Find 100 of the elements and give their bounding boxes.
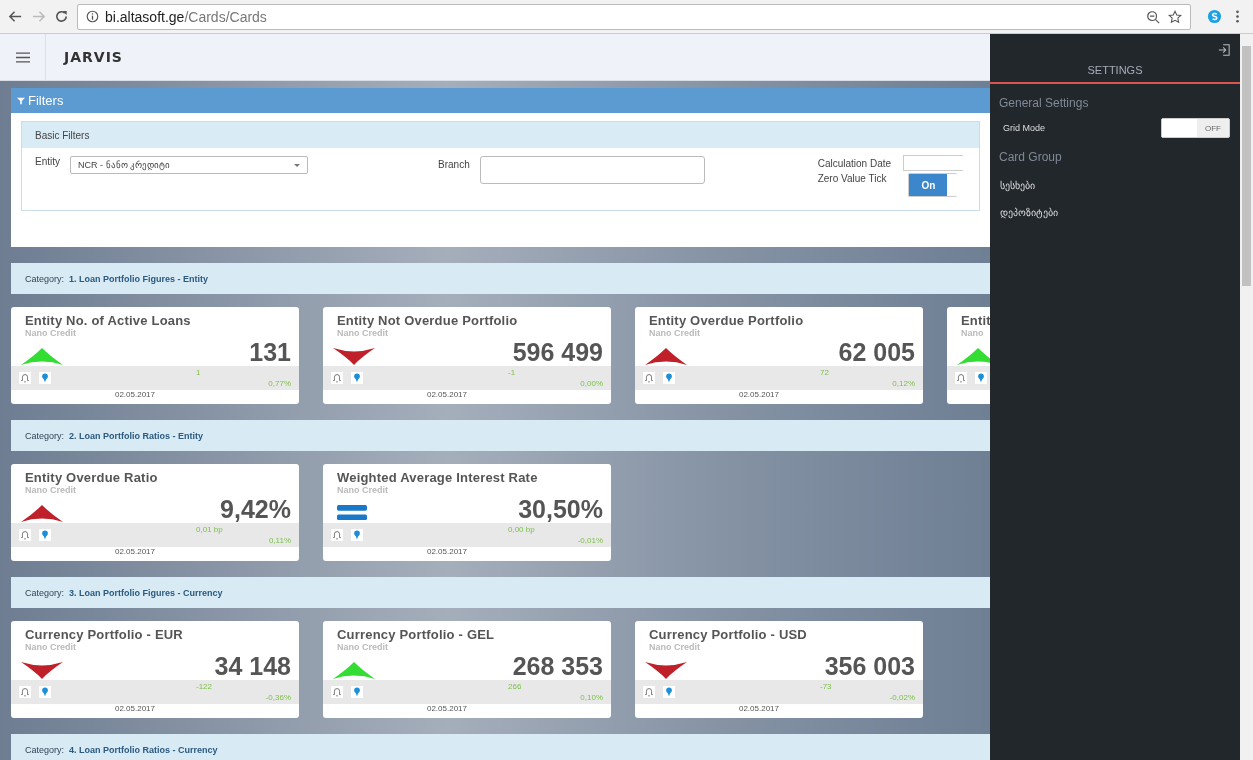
filter-icon	[17, 96, 25, 105]
pin-icon[interactable]	[663, 686, 675, 698]
bell-icon[interactable]	[331, 529, 343, 541]
pin-icon[interactable]	[351, 686, 363, 698]
change-value: 1	[196, 368, 201, 377]
bell-icon[interactable]	[331, 686, 343, 698]
scrollbar[interactable]	[1240, 34, 1253, 760]
card-title: Currency Portfolio - EUR	[24, 626, 184, 642]
card-title: Entity Not Overdue Portfolio	[336, 312, 519, 328]
card-title: Weighted Average Interest Rate	[336, 469, 539, 485]
bell-icon[interactable]	[955, 372, 967, 384]
change-value: -73	[820, 682, 832, 691]
menu-icon[interactable]	[16, 51, 30, 63]
card-value: 596 499	[512, 337, 603, 367]
bell-icon[interactable]	[19, 529, 31, 541]
card-date: 02.05.2017	[426, 390, 467, 399]
app-title: JARVIS	[45, 34, 123, 80]
settings-title: SETTINGS	[1087, 64, 1143, 76]
toggle-switch[interactable]: OFF	[1161, 118, 1230, 138]
category-title: Category: 2. Loan Portfolio Ratios - Entity	[25, 430, 204, 441]
card-date: 02.05.2017	[114, 390, 155, 399]
kpi-card[interactable]: Currency Portfolio - USD Nano Credit 356 003 -73 -0,02% 02.05.2017	[635, 621, 923, 718]
card-subtitle: Nano Credit	[648, 328, 701, 338]
change-value: -122	[196, 682, 212, 691]
card-subtitle: Nano Credit	[336, 485, 389, 495]
card-title: Currency Portfolio - USD	[648, 626, 808, 642]
kpi-card[interactable]: Currency Portfolio - GEL Nano Credit 268 353 266 0,10% 02.05.2017	[323, 621, 611, 718]
date-field[interactable]	[903, 155, 964, 171]
change-value: 0,00 bp	[508, 525, 535, 534]
card-title: Entit	[960, 312, 990, 328]
field-label: Zero Value Tick	[817, 173, 887, 186]
change-percent: 0,00%	[580, 378, 603, 388]
bell-icon[interactable]	[19, 686, 31, 698]
info-icon	[86, 10, 99, 23]
back-icon[interactable]	[8, 9, 23, 24]
change-value: 266	[508, 682, 522, 691]
entity-select[interactable]: NCR - ნანო კრედიტი	[70, 156, 308, 174]
card-subtitle: Nano Credit	[24, 642, 77, 652]
card-title: Entity Overdue Ratio	[24, 469, 159, 485]
pin-icon[interactable]	[663, 372, 675, 384]
change-percent: -0,01%	[577, 535, 603, 545]
pin-icon[interactable]	[975, 372, 987, 384]
card-title: Entity No. of Active Loans	[24, 312, 192, 328]
section-title: Basic Filters	[35, 129, 90, 141]
card-title: Currency Portfolio - GEL	[336, 626, 496, 642]
change-percent: 0,10%	[580, 692, 603, 702]
section-heading: General Settings	[999, 96, 1089, 110]
card-value: 131	[249, 337, 291, 367]
change-value: 0,01 bp	[196, 525, 223, 534]
card-value: 30,50%	[518, 494, 603, 524]
change-value: -1	[508, 368, 516, 377]
change-percent: -0,36%	[265, 692, 291, 702]
grid-mode-label: Grid Mode	[1003, 123, 1046, 133]
kpi-card[interactable]: Entity Not Overdue Portfolio Nano Credit 596 499 -1 0,00% 02.05.2017	[323, 307, 611, 404]
zoom-out-icon[interactable]	[1146, 9, 1160, 24]
category-title: Category: 1. Loan Portfolio Figures - Entity	[25, 273, 209, 284]
change-percent: -0,02%	[889, 692, 915, 702]
pin-icon[interactable]	[39, 686, 51, 698]
kpi-card[interactable]: Entity No. of Active Loans Nano Credit 131 1 0,77% 02.05.2017	[11, 307, 299, 404]
caret-icon	[294, 163, 300, 167]
card-group-item[interactable]: დეპოზიტები	[1000, 207, 1058, 218]
pin-icon[interactable]	[39, 529, 51, 541]
pin-icon[interactable]	[351, 529, 363, 541]
bell-icon[interactable]	[643, 686, 655, 698]
change-percent: 0,77%	[268, 378, 291, 388]
card-date: 02.05.2017	[426, 704, 467, 713]
card-date: 02.05.2017	[738, 390, 779, 399]
kpi-card[interactable]: Weighted Average Interest Rate Nano Credit 30,50% 0,00 bp -0,01% 02.05.2017	[323, 464, 611, 561]
branch-field[interactable]	[479, 156, 705, 184]
card-subtitle: Nano Credit	[648, 642, 701, 652]
card-value: 9,42%	[220, 494, 291, 524]
pin-icon[interactable]	[39, 372, 51, 384]
change-value: 72	[820, 368, 829, 377]
kpi-card[interactable]: Entity Overdue Portfolio Nano Credit 62 005 72 0,12% 02.05.2017	[635, 307, 923, 404]
extension-icon[interactable]	[1207, 9, 1222, 24]
card-subtitle: Nano Credit	[24, 328, 77, 338]
bell-icon[interactable]	[331, 372, 343, 384]
url-path: /Cards/Cards	[184, 8, 267, 25]
card-group-item[interactable]: სესხები	[1000, 180, 1035, 191]
card-value: 62 005	[838, 337, 915, 367]
bell-icon[interactable]	[643, 372, 655, 384]
card-date: 02.05.2017	[114, 704, 155, 713]
exit-icon[interactable]	[1218, 44, 1230, 56]
card-date: 02.05.2017	[114, 547, 155, 556]
address-bar[interactable]: bi.altasoft.ge/Cards/Cards	[77, 3, 1191, 30]
bell-icon[interactable]	[19, 372, 31, 384]
card-subtitle: Nano Credit	[336, 328, 389, 338]
kpi-card[interactable]: Entit Nano	[947, 307, 990, 404]
reload-icon[interactable]	[54, 9, 69, 24]
category-title: Category: 4. Loan Portfolio Ratios - Currency	[25, 744, 218, 755]
star-icon[interactable]	[1168, 9, 1182, 24]
pin-icon[interactable]	[351, 372, 363, 384]
card-subtitle: Nano Credit	[24, 485, 77, 495]
card-title: Entity Overdue Portfolio	[648, 312, 805, 328]
category-title: Category: 3. Loan Portfolio Figures - Currency	[25, 587, 223, 598]
url-host: bi.altasoft.ge	[105, 8, 185, 25]
toggle-switch[interactable]: On	[908, 173, 958, 197]
kpi-card[interactable]: Entity Overdue Ratio Nano Credit 9,42% 0,01 bp 0,11% 02.05.2017	[11, 464, 299, 561]
change-percent: 0,12%	[892, 378, 915, 388]
kpi-card[interactable]: Currency Portfolio - EUR Nano Credit 34 148 -122 -0,36% 02.05.2017	[11, 621, 299, 718]
